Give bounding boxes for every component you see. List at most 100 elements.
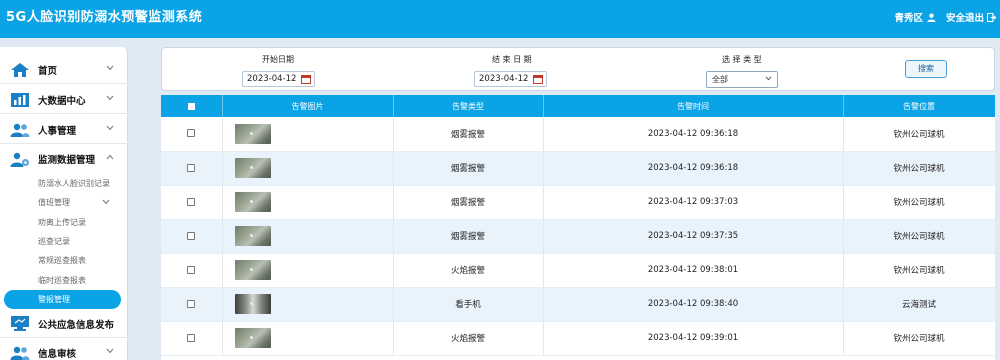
table-row[interactable]: 烟雾报警 2023-04-12 09:36:18 钦州公司球机 <box>161 151 995 186</box>
alarm-location: 钦州公司球机 <box>843 185 995 220</box>
sidebar-item-bigdata[interactable]: 大数据中心 <box>0 86 128 114</box>
sidebar-item-emergency[interactable]: 公共应急信息发布 <box>0 310 128 338</box>
alarm-time: 2023-04-12 09:36:18 <box>543 117 844 152</box>
sidebar-item-label: 监测数据管理 <box>38 155 96 166</box>
type-label: 选 择 类 型 <box>722 55 762 64</box>
row-checkbox[interactable] <box>187 129 196 138</box>
alarm-type: 烟雾报警 <box>393 185 544 220</box>
alarm-thumbnail[interactable] <box>234 158 271 178</box>
alarm-thumbnail[interactable] <box>234 226 271 246</box>
sidebar-item-label: 大数据中心 <box>38 95 86 107</box>
alarm-time: 2023-04-12 09:37:03 <box>543 185 844 220</box>
table-row[interactable]: 火焰报警 2023-04-12 09:38:01 钦州公司球机 <box>161 253 995 288</box>
row-checkbox[interactable] <box>187 333 196 342</box>
sidebar-subitem-patrol[interactable]: 巡查记录 <box>38 236 70 247</box>
end-date-input[interactable]: 2023-04-12 <box>474 71 547 87</box>
logout-label: 安全退出 <box>945 13 984 24</box>
sidebar: 首页 大数据中心 人事管理 监测数据管理 防溺水人脸识别记录 值班管理 劝离上传… <box>0 47 128 360</box>
search-button[interactable]: 搜索 <box>905 60 947 78</box>
chevron-down-icon <box>106 95 114 101</box>
alarm-time: 2023-04-12 09:36:18 <box>543 151 844 186</box>
sidebar-item-label: 人事管理 <box>38 125 77 137</box>
row-checkbox[interactable] <box>187 231 196 240</box>
sidebar-item-monitoring[interactable]: 监测数据管理 <box>0 145 128 173</box>
start-date-input[interactable]: 2023-04-12 <box>242 71 315 87</box>
alarm-time: 2023-04-12 09:37:35 <box>543 219 844 254</box>
sidebar-subitem-dissuade[interactable]: 劝离上传记录 <box>38 217 86 228</box>
calendar-icon <box>533 75 543 84</box>
table-header-row: 告警图片 告警类型 告警时间 告警位置 <box>161 95 995 117</box>
sidebar-item-label: 首页 <box>38 65 58 77</box>
alarm-location: 云海测试 <box>843 287 995 322</box>
alarm-thumbnail[interactable] <box>234 294 271 314</box>
alarm-location: 钦州公司球机 <box>843 151 995 186</box>
table-row[interactable]: 看手机 2023-04-12 09:38:40 云海测试 <box>161 287 995 322</box>
row-checkbox[interactable] <box>187 197 196 206</box>
column-header-time: 告警时间 <box>543 95 844 117</box>
alarm-type: 烟雾报警 <box>393 151 544 186</box>
alarm-thumbnail[interactable] <box>234 260 271 280</box>
alarm-type: 看手机 <box>393 287 544 322</box>
logout-button[interactable]: 安全退出 <box>946 10 996 24</box>
select-all-cell[interactable] <box>161 95 223 117</box>
alarm-type: 火焰报警 <box>393 253 544 288</box>
row-checkbox[interactable] <box>187 163 196 172</box>
chevron-down-icon <box>102 199 110 205</box>
end-date-value: 2023-04-12 <box>479 74 529 84</box>
app-title: 5G人脸识别防溺水预警监测系统 <box>6 10 203 25</box>
table-row[interactable]: 烟雾报警 2023-04-12 09:37:35 钦州公司球机 <box>161 219 995 254</box>
calendar-icon <box>301 75 311 84</box>
top-header: 5G人脸识别防溺水预警监测系统 青秀区 安全退出 <box>0 0 1000 38</box>
users-icon <box>9 344 31 360</box>
table-row[interactable]: 烟雾报警 2023-04-12 09:36:18 钦州公司球机 <box>161 117 995 152</box>
alarm-type: 烟雾报警 <box>393 219 544 254</box>
sidebar-item-home[interactable]: 首页 <box>0 56 128 84</box>
chevron-down-icon <box>765 76 772 81</box>
type-select-value: 全部 <box>712 75 728 84</box>
chevron-down-icon <box>106 65 114 71</box>
select-all-checkbox[interactable] <box>187 102 195 110</box>
chevron-up-icon <box>106 154 114 160</box>
alarm-thumbnail[interactable] <box>234 328 271 348</box>
alarm-type: 火焰报警 <box>393 321 544 356</box>
user-menu[interactable]: 青秀区 <box>894 10 936 24</box>
sidebar-subitem-routine-report[interactable]: 常规巡查报表 <box>38 255 86 266</box>
column-header-location: 告警位置 <box>843 95 995 117</box>
sidebar-subitem-alarm[interactable]: 警报管理 <box>4 290 121 309</box>
start-date-label: 开始日期 <box>262 55 294 64</box>
sidebar-item-label: 公共应急信息发布 <box>38 319 115 331</box>
alarm-location: 钦州公司球机 <box>843 219 995 254</box>
sidebar-item-review[interactable]: 信息审核 <box>0 339 128 360</box>
start-date-value: 2023-04-12 <box>247 74 297 84</box>
sidebar-subitem-duty[interactable]: 值班管理 <box>38 197 70 208</box>
alarm-thumbnail[interactable] <box>234 192 271 212</box>
alarm-time: 2023-04-12 09:38:01 <box>543 253 844 288</box>
alarm-table-container: 告警图片 告警类型 告警时间 告警位置 烟雾报警 2023-04-12 09:3… <box>161 95 995 360</box>
table-row[interactable]: 烟雾报警 2023-04-12 09:37:03 钦州公司球机 <box>161 185 995 220</box>
table-row[interactable]: 火焰报警 2023-04-12 09:39:01 钦州公司球机 <box>161 321 995 356</box>
sidebar-item-hr[interactable]: 人事管理 <box>0 116 128 144</box>
column-header-type: 告警类型 <box>393 95 544 117</box>
sidebar-item-label: 信息审核 <box>38 348 77 360</box>
column-header-image: 告警图片 <box>222 95 394 117</box>
chevron-down-icon <box>106 125 114 131</box>
user-gear-icon <box>9 150 31 168</box>
exit-icon <box>987 12 996 22</box>
sidebar-subitem-temp-report[interactable]: 临时巡查报表 <box>38 275 86 286</box>
type-select[interactable]: 全部 <box>706 71 778 88</box>
alarm-time: 2023-04-12 09:38:40 <box>543 287 844 322</box>
row-checkbox[interactable] <box>187 299 196 308</box>
sidebar-subitem-face-records[interactable]: 防溺水人脸识别记录 <box>38 178 110 189</box>
alarm-time: 2023-04-12 09:39:01 <box>543 321 844 356</box>
home-icon <box>9 61 31 79</box>
alarm-type: 烟雾报警 <box>393 117 544 152</box>
users-icon <box>9 121 31 139</box>
alarm-thumbnail[interactable] <box>234 123 271 144</box>
user-icon <box>927 13 936 22</box>
alarm-location: 钦州公司球机 <box>843 321 995 356</box>
chevron-down-icon <box>106 348 114 354</box>
alarm-location: 钦州公司球机 <box>843 117 995 152</box>
row-checkbox[interactable] <box>187 265 196 274</box>
bar-chart-icon <box>9 91 31 109</box>
alarm-table: 告警图片 告警类型 告警时间 告警位置 烟雾报警 2023-04-12 09:3… <box>161 95 995 356</box>
